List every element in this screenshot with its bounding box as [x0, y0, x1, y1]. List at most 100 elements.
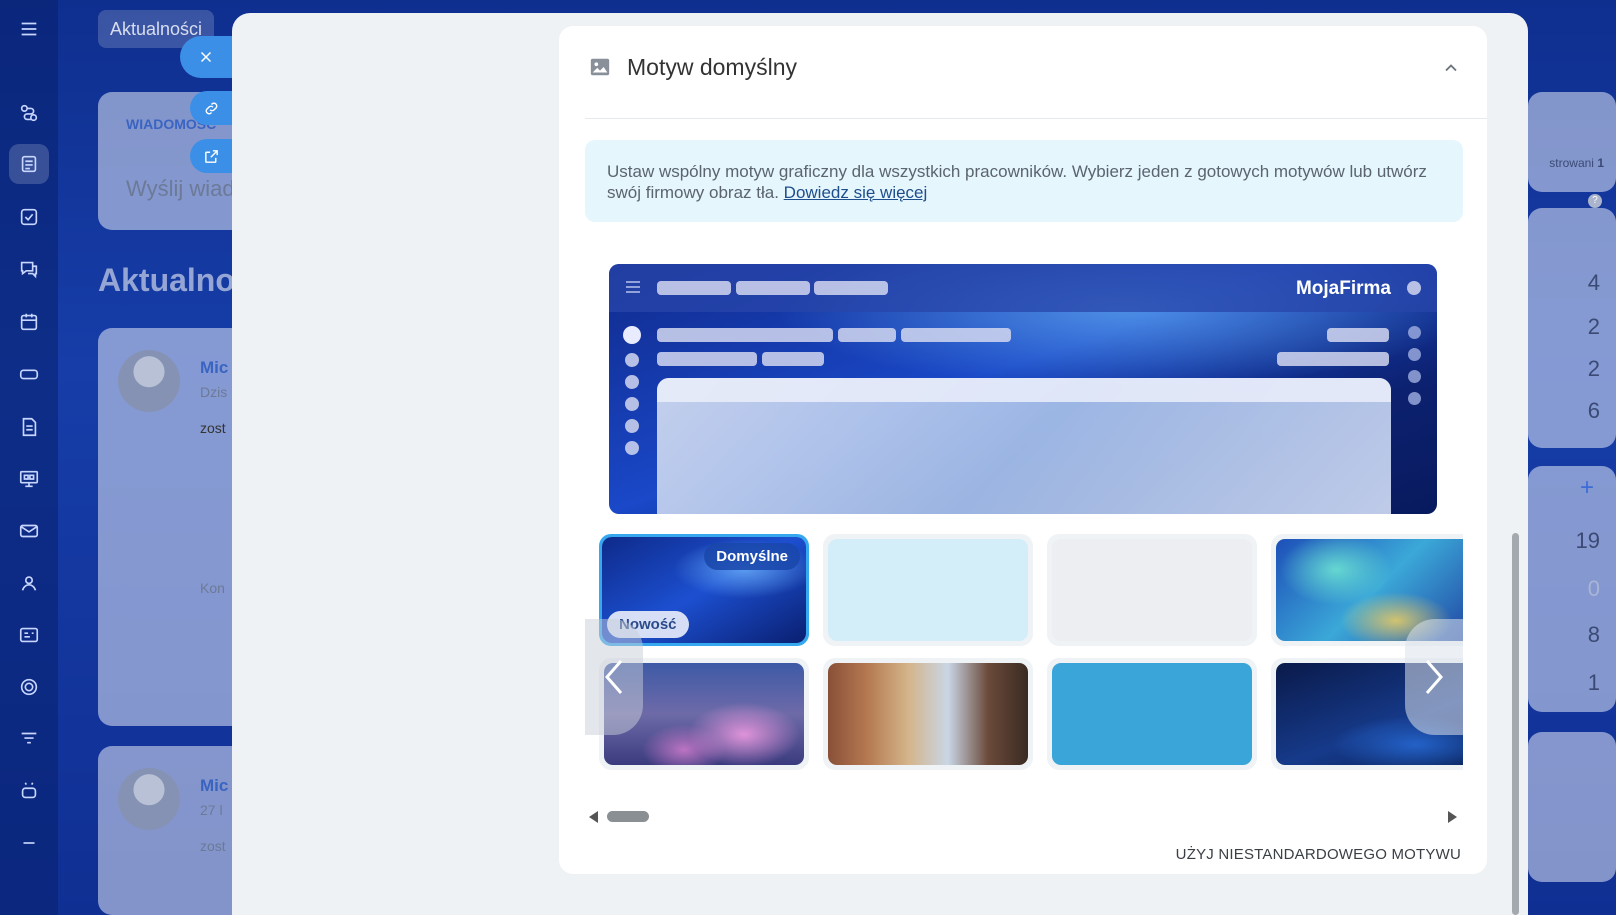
- preview-content-header: [657, 378, 1391, 402]
- theme-slider-panel: Motyw domyślny Ustaw wspólny motyw grafi…: [232, 13, 1528, 915]
- theme-thumb-city[interactable]: [823, 658, 1033, 770]
- close-slider-button[interactable]: [180, 36, 232, 78]
- counter: 19: [1575, 528, 1600, 553]
- scroll-right-icon[interactable]: [1448, 811, 1457, 823]
- feed-icon[interactable]: [9, 144, 49, 184]
- counter: 4: [1587, 270, 1600, 295]
- mail-icon[interactable]: [9, 511, 49, 551]
- post-text: zost: [200, 838, 226, 854]
- hamburger-icon: [626, 281, 640, 293]
- default-badge: Domyślne: [704, 543, 800, 570]
- preview-placeholder-bar: [901, 328, 1011, 342]
- counter: 8: [1587, 622, 1600, 647]
- vertical-scrollbar[interactable]: [1512, 533, 1519, 915]
- counter: 1: [1587, 670, 1600, 695]
- chevron-right-icon: [1425, 660, 1443, 694]
- hamburger-icon[interactable]: [9, 9, 49, 49]
- post-text: zost: [200, 420, 226, 436]
- boards-icon[interactable]: [9, 459, 49, 499]
- preview-right-dot: [1408, 370, 1421, 383]
- post-author: Mic: [200, 358, 229, 377]
- close-icon: [200, 51, 212, 63]
- preview-right-dot: [1408, 348, 1421, 361]
- feed-title: Aktualnoś: [98, 262, 253, 298]
- card-title: Motyw domyślny: [627, 54, 797, 80]
- theme-thumb-light-gray[interactable]: [1047, 534, 1257, 646]
- scroll-left-icon[interactable]: [589, 811, 598, 823]
- preview-placeholder-bar: [657, 352, 757, 366]
- use-custom-theme-button[interactable]: UŻYJ NIESTANDARDOWEGO MOTYWU: [1176, 846, 1461, 863]
- avatar: [118, 768, 180, 830]
- carousel-next-button[interactable]: [1405, 619, 1463, 735]
- counter: 2: [1587, 314, 1600, 339]
- image-icon: [590, 58, 610, 76]
- robot-icon[interactable]: [9, 771, 49, 811]
- external-link-icon: [204, 149, 218, 163]
- routes-icon[interactable]: [9, 93, 49, 133]
- preview-header: MojaFirma: [609, 264, 1437, 312]
- open-new-window-button[interactable]: [190, 139, 232, 173]
- counter: 6: [1587, 398, 1600, 423]
- preview-right-dot: [1408, 326, 1421, 339]
- preview-sidebar-dot: [625, 353, 639, 367]
- preview-placeholder-bar: [762, 352, 824, 366]
- right-widget-3: + 19 0 8 1: [1528, 466, 1616, 712]
- thumb-image: [828, 663, 1028, 765]
- preview-placeholder-bar: [814, 281, 888, 295]
- right-widget-text: strowani 1: [1549, 156, 1604, 170]
- docs-icon[interactable]: [9, 407, 49, 447]
- help-icon: ?: [1588, 194, 1602, 208]
- thumb-image: [828, 539, 1028, 641]
- calendar-icon[interactable]: [9, 302, 49, 342]
- info-text: Ustaw wspólny motyw graficzny dla wszyst…: [607, 162, 1427, 202]
- theme-card: Motyw domyślny Ustaw wspólny motyw grafi…: [559, 26, 1487, 874]
- post-comment-label: Kon: [200, 580, 225, 596]
- link-icon: [205, 102, 217, 114]
- left-icon-rail: [0, 0, 58, 915]
- horizontal-scrollbar[interactable]: [589, 808, 1457, 826]
- card-header: Motyw domyślny: [585, 26, 1487, 119]
- theme-thumbnails: Domyślne Nowość: [585, 534, 1463, 786]
- right-widget-4: [1528, 732, 1616, 882]
- theme-thumb-light-blue[interactable]: [823, 534, 1033, 646]
- theme-preview: MojaFirma: [609, 264, 1437, 514]
- preview-placeholder-bar: [736, 281, 810, 295]
- counter: 0: [1587, 576, 1600, 601]
- preview-placeholder-bar: [1277, 352, 1389, 366]
- target-icon[interactable]: [9, 667, 49, 707]
- scroll-thumb[interactable]: [607, 811, 649, 822]
- preview-sidebar-dot: [623, 326, 641, 344]
- contacts-icon[interactable]: [9, 563, 49, 603]
- post-time: 27 l: [200, 802, 223, 818]
- preview-placeholder-bar: [1327, 328, 1389, 342]
- preview-placeholder-bar: [838, 328, 896, 342]
- drive-icon[interactable]: [9, 354, 49, 394]
- post-author: Mic: [200, 776, 229, 795]
- theme-thumb-blue-pattern[interactable]: [1047, 658, 1257, 770]
- info-box: Ustaw wspólny motyw graficzny dla wszyst…: [585, 140, 1463, 222]
- carousel-prev-button[interactable]: [585, 619, 643, 735]
- preview-sidebar-dot: [625, 441, 639, 455]
- chevron-left-icon: [605, 660, 623, 694]
- compose-placeholder: Wyślij wiad: [126, 176, 235, 201]
- copy-link-button[interactable]: [190, 91, 232, 125]
- filter-icon[interactable]: [9, 719, 49, 759]
- preview-placeholder-bar: [657, 328, 833, 342]
- right-widget-2: 4 2 2 6: [1528, 208, 1616, 448]
- avatar: [118, 350, 180, 412]
- preview-right-dot: [1408, 392, 1421, 405]
- preview-avatar-dot: [1407, 281, 1421, 295]
- preview-placeholder-bar: [657, 281, 731, 295]
- crm-icon[interactable]: [9, 615, 49, 655]
- learn-more-link[interactable]: Dowiedz się więcej: [784, 183, 928, 202]
- chevron-up-icon[interactable]: [1441, 58, 1461, 78]
- preview-sidebar-dot: [625, 397, 639, 411]
- chat-icon[interactable]: [9, 249, 49, 289]
- post-time: Dzis: [200, 384, 228, 400]
- tasks-icon[interactable]: [9, 197, 49, 237]
- preview-sidebar-dot: [625, 419, 639, 433]
- plus-icon[interactable]: +: [1580, 474, 1594, 502]
- right-widget-1: ? strowani 1: [1528, 92, 1616, 208]
- counter: 2: [1587, 356, 1600, 381]
- more-icon[interactable]: [9, 823, 49, 863]
